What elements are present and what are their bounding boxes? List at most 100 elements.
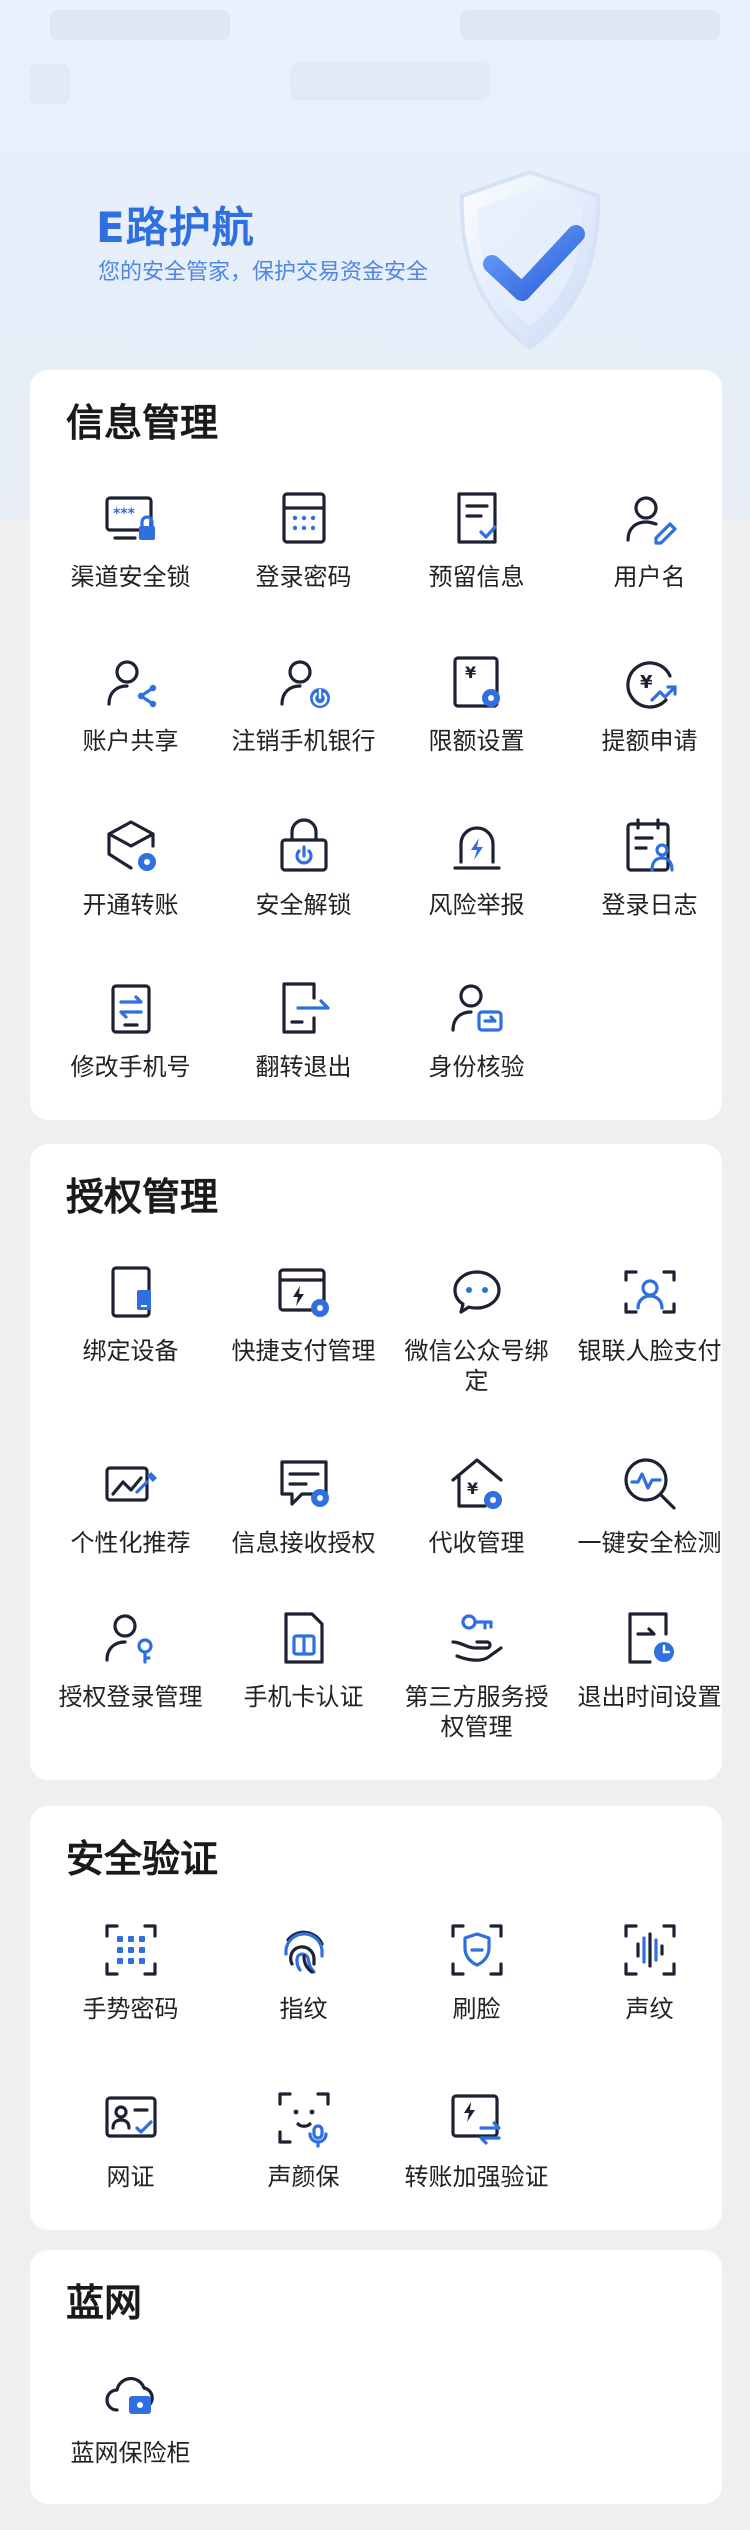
note-check-icon <box>456 492 497 544</box>
item-label: 刷脸 <box>452 1995 501 2023</box>
user-power-icon <box>279 660 330 708</box>
voiceprint-icon <box>623 1924 676 1976</box>
item-sim-auth[interactable]: 手机卡认证 <box>217 1608 390 1712</box>
item-label: 代收管理 <box>428 1529 525 1557</box>
item-label: 指纹 <box>279 1995 328 2023</box>
item-gesture-password[interactable]: 手势密码 <box>44 1920 217 2024</box>
item-auth-login[interactable]: 授权登录管理 <box>44 1608 217 1712</box>
user-verify-icon <box>450 984 503 1032</box>
item-exit-time[interactable]: 退出时间设置 <box>563 1608 736 1712</box>
item-channel-lock[interactable]: *** 渠道安全锁 <box>44 488 217 592</box>
item-label: 安全解锁 <box>255 891 352 919</box>
unlock-icon <box>279 818 328 872</box>
item-label: 绑定设备 <box>82 1337 179 1365</box>
face-id-icon <box>450 1924 503 1976</box>
item-login-password[interactable]: 登录密码 <box>217 488 390 592</box>
item-label: 转账加强验证 <box>404 2163 549 2191</box>
item-cancel-mobile-banking[interactable]: 注销手机银行 <box>217 652 390 756</box>
item-label: 注销手机银行 <box>231 727 376 755</box>
item-label: 登录密码 <box>255 563 352 591</box>
transfer-gear-icon <box>106 820 156 871</box>
item-label: 手势密码 <box>82 1995 179 2023</box>
item-label: 微信公众号绑定 <box>404 1337 549 1395</box>
personalize-icon <box>104 1466 157 1502</box>
yuan-growth-icon: ¥ <box>625 661 677 709</box>
item-risk-report[interactable]: 风险举报 <box>390 816 563 920</box>
item-label: 提额申请 <box>601 727 698 755</box>
item-message-auth[interactable]: 信息接收授权 <box>217 1454 390 1558</box>
section-authorization-management: 授权管理 绑定设备 快捷支付管理 微信公众号绑定 银联人脸支付 个性化推荐 信息… <box>30 1144 722 1780</box>
section-title: 安全验证 <box>66 1837 219 1881</box>
fingerprint-icon <box>283 1930 324 1974</box>
item-label: 限额设置 <box>428 727 525 755</box>
cloud-safe-icon <box>104 2377 154 2414</box>
item-limit-settings[interactable]: ¥ 限额设置 <box>390 652 563 756</box>
item-fingerprint[interactable]: 指纹 <box>217 1920 390 2024</box>
item-username[interactable]: 用户名 <box>563 488 736 592</box>
item-label: 风险举报 <box>428 891 525 919</box>
user-edit-icon <box>625 496 677 545</box>
item-reserved-info[interactable]: 预留信息 <box>390 488 563 592</box>
item-blue-net-safe[interactable]: 蓝网保险柜 <box>44 2364 217 2468</box>
item-label: 第三方服务授权管理 <box>404 1683 549 1741</box>
section-security-verification: 安全验证 手势密码 指纹 刷脸 声纹 网证 声颜保 转账加强验证 <box>30 1806 722 2230</box>
item-face-scan[interactable]: 刷脸 <box>390 1920 563 2024</box>
screen-lock-icon: *** <box>104 496 155 540</box>
phone-swap-icon <box>110 984 151 1034</box>
item-personalized[interactable]: 个性化推荐 <box>44 1454 217 1558</box>
collection-house-icon: ¥ <box>450 1458 503 1509</box>
section-title: 蓝网 <box>66 2281 143 2325</box>
item-unionpay-face[interactable]: 银联人脸支付 <box>563 1262 736 1366</box>
status-bar-blur-right <box>460 10 720 40</box>
log-user-icon <box>625 818 674 872</box>
item-label: 信息接收授权 <box>231 1529 376 1557</box>
item-label: 预留信息 <box>428 563 525 591</box>
item-label: 蓝网保险柜 <box>70 2439 191 2467</box>
face-voice-icon <box>277 2092 330 2148</box>
item-label: 账户共享 <box>82 727 179 755</box>
item-label: 登录日志 <box>601 891 698 919</box>
item-bind-device[interactable]: 绑定设备 <box>44 1262 217 1366</box>
item-security-check[interactable]: 一键安全检测 <box>563 1454 736 1558</box>
item-cyber-id[interactable]: 网证 <box>44 2088 217 2192</box>
item-label: 退出时间设置 <box>577 1683 722 1711</box>
hand-key-icon <box>450 1614 503 1662</box>
item-label: 翻转退出 <box>255 1053 352 1081</box>
item-collection-manage[interactable]: ¥ 代收管理 <box>390 1454 563 1558</box>
exit-door-icon <box>281 982 330 1034</box>
item-label: 开通转账 <box>82 891 179 919</box>
shield-check-icon <box>459 169 601 351</box>
back-button[interactable] <box>30 64 70 104</box>
item-account-share[interactable]: 账户共享 <box>44 652 217 756</box>
item-label: 声颜保 <box>267 2163 340 2191</box>
item-flip-exit[interactable]: 翻转退出 <box>217 978 390 1082</box>
item-quick-pay[interactable]: 快捷支付管理 <box>217 1262 390 1366</box>
section-title: 授权管理 <box>66 1175 219 1219</box>
exit-clock-icon <box>627 1612 674 1664</box>
alarm-icon <box>452 826 501 870</box>
item-identity-verify[interactable]: 身份核验 <box>390 978 563 1082</box>
face-scan-icon <box>623 1270 676 1314</box>
item-login-log[interactable]: 登录日志 <box>563 816 736 920</box>
item-label: 授权登录管理 <box>58 1683 203 1711</box>
hero-title: E路护航 <box>96 203 255 252</box>
item-transfer-strong-verify[interactable]: 转账加强验证 <box>390 2088 563 2192</box>
device-bind-icon <box>110 1266 151 1318</box>
nav-title-blur <box>290 62 490 100</box>
item-wechat-bind[interactable]: 微信公众号绑定 <box>390 1262 563 1396</box>
item-enable-transfer[interactable]: 开通转账 <box>44 816 217 920</box>
item-voiceprint[interactable]: 声纹 <box>563 1920 736 2024</box>
keypad-icon <box>281 492 326 544</box>
section-blue-net: 蓝网 蓝网保险柜 <box>30 2250 722 2504</box>
item-label: 身份核验 <box>428 1053 525 1081</box>
item-security-unlock[interactable]: 安全解锁 <box>217 816 390 920</box>
item-label: 一键安全检测 <box>577 1529 722 1557</box>
item-face-voice[interactable]: 声颜保 <box>217 2088 390 2192</box>
item-third-party-auth[interactable]: 第三方服务授权管理 <box>390 1608 563 1742</box>
item-change-phone[interactable]: 修改手机号 <box>44 978 217 1082</box>
svg-text:¥: ¥ <box>465 663 476 682</box>
item-label: 渠道安全锁 <box>70 563 191 591</box>
item-label: 快捷支付管理 <box>231 1337 376 1365</box>
quick-pay-icon <box>277 1268 329 1317</box>
item-raise-limit[interactable]: ¥ 提额申请 <box>563 652 736 756</box>
